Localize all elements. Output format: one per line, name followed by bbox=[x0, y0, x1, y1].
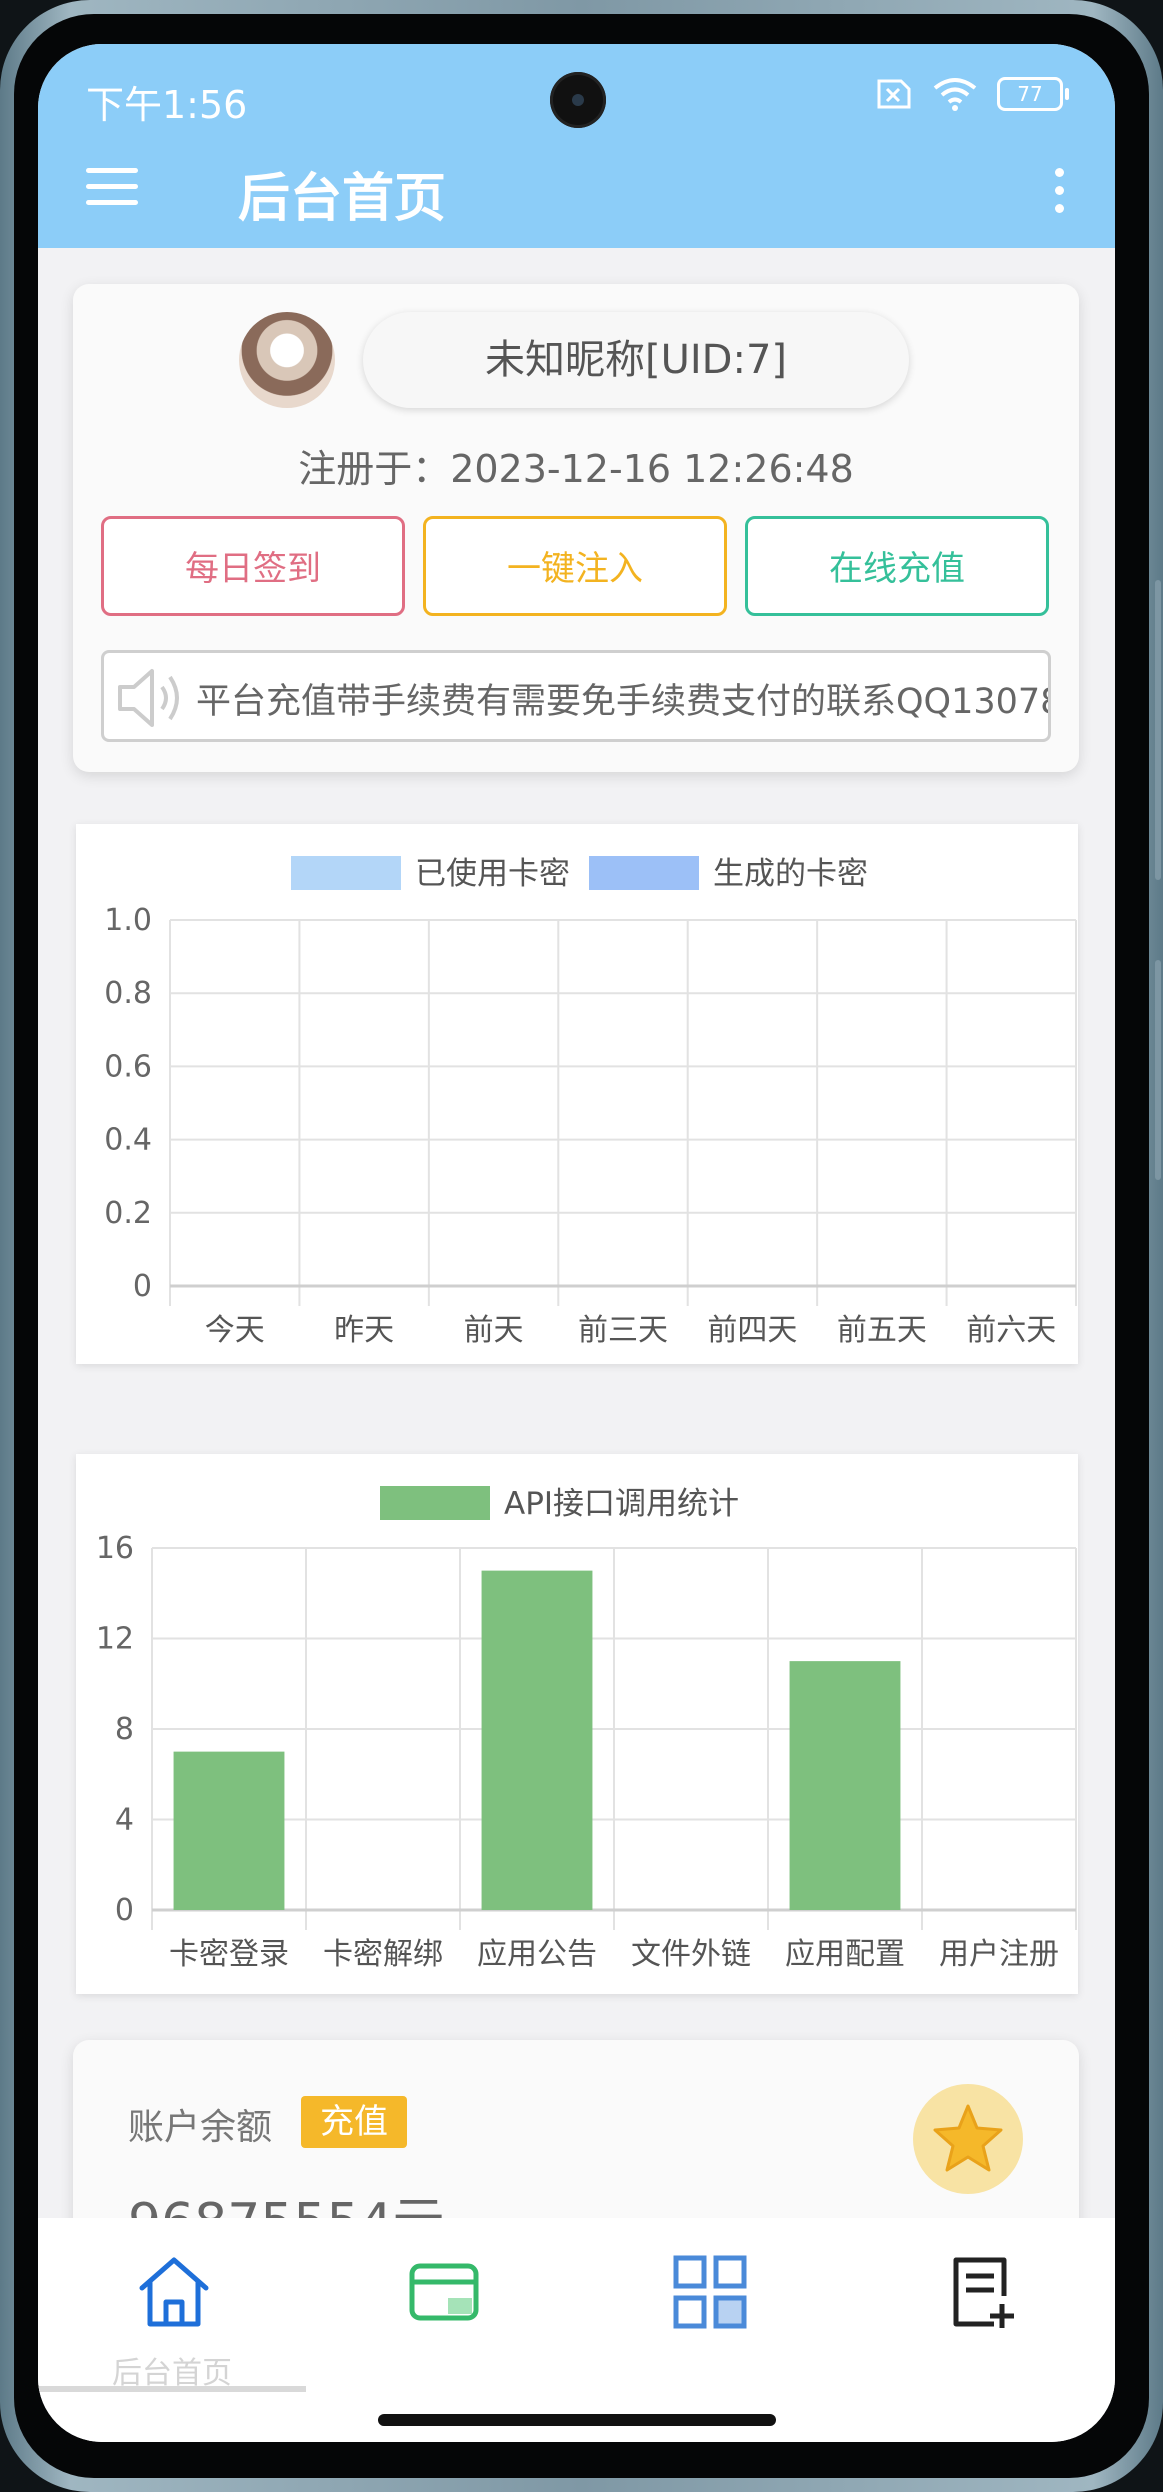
x-tick-label: 应用公告 bbox=[477, 1937, 597, 1972]
tab-apps[interactable] bbox=[670, 2252, 750, 2332]
legend-label: 生成的卡密 bbox=[713, 856, 868, 892]
y-tick-label: 12 bbox=[96, 1622, 134, 1657]
daily-checkin-button[interactable]: 每日签到 bbox=[101, 516, 405, 616]
x-tick-label: 卡密登录 bbox=[169, 1937, 289, 1972]
y-tick-label: 0 bbox=[133, 1269, 152, 1304]
volume-button bbox=[1155, 580, 1161, 880]
speaker-icon bbox=[118, 669, 179, 727]
battery-icon: 77 bbox=[997, 77, 1069, 111]
legend-swatch bbox=[589, 856, 699, 890]
tab-add-note[interactable] bbox=[942, 2252, 1022, 2332]
register-time: 注册于：2023-12-16 12:26:48 bbox=[298, 447, 854, 491]
x-tick-label: 前五天 bbox=[837, 1313, 927, 1348]
notice-text: 平台充值带手续费有需要免手续费支付的联系QQ13078 bbox=[196, 682, 1051, 722]
home-indicator[interactable] bbox=[378, 2414, 776, 2426]
bar bbox=[789, 1661, 901, 1910]
active-tab-indicator bbox=[38, 2386, 306, 2392]
legend-label: 已使用卡密 bbox=[415, 856, 570, 892]
x-tick-label: 文件外链 bbox=[631, 1937, 751, 1972]
x-tick-label: 前四天 bbox=[707, 1313, 797, 1348]
y-tick-label: 0.2 bbox=[104, 1196, 152, 1231]
online-recharge-button[interactable]: 在线充值 bbox=[745, 516, 1049, 616]
y-tick-label: 0 bbox=[115, 1893, 134, 1928]
page-title: 后台首页 bbox=[238, 169, 447, 229]
menu-icon[interactable] bbox=[86, 168, 138, 208]
y-tick-label: 0.4 bbox=[104, 1123, 152, 1158]
card-key-chart-svg: 0 0.2 0.4 0.6 0.8 1.0 今天 昨天 前天 前三天 前四天 前五天 前六天 已使用卡密 生… bbox=[104, 856, 1077, 1348]
screen: 下午1:56 77 后台首页 未知昵称[UID:7] 注册于：2023-12-1… bbox=[38, 44, 1115, 2442]
sim-icon bbox=[877, 79, 911, 109]
one-click-inject-button[interactable]: 一键注入 bbox=[423, 516, 727, 616]
y-tick-label: 0.8 bbox=[104, 976, 152, 1011]
app-bar: 下午1:56 77 后台首页 bbox=[38, 44, 1115, 248]
note-add-icon bbox=[953, 2257, 1014, 2328]
status-icons: 77 bbox=[873, 76, 1069, 112]
api-stats-chart-svg: 0 4 8 12 16 卡密登录 卡密解绑 应用公告 文件外链 应用配置 用户注册 API接口调用统计 bbox=[96, 1486, 1077, 1972]
x-tick-label: 应用配置 bbox=[785, 1937, 905, 1972]
front-camera bbox=[550, 72, 606, 128]
x-tick-label: 用户注册 bbox=[939, 1937, 1059, 1972]
star-icon[interactable] bbox=[913, 2084, 1023, 2194]
y-tick-label: 16 bbox=[96, 1531, 134, 1566]
legend-swatch bbox=[380, 1486, 490, 1520]
legend-label: API接口调用统计 bbox=[504, 1486, 739, 1522]
bottom-tab-bar: 后台首页 bbox=[38, 2218, 1115, 2442]
more-options-icon[interactable] bbox=[1055, 168, 1067, 214]
grid-icon bbox=[673, 2255, 747, 2329]
x-tick-label: 前三天 bbox=[578, 1313, 668, 1348]
tab-home[interactable] bbox=[134, 2252, 214, 2332]
nickname[interactable]: 未知昵称[UID:7] bbox=[363, 312, 909, 408]
home-icon bbox=[139, 2257, 209, 2327]
x-tick-label: 前六天 bbox=[966, 1313, 1056, 1348]
bar bbox=[481, 1570, 593, 1910]
y-tick-label: 0.6 bbox=[104, 1049, 152, 1084]
legend-swatch bbox=[291, 856, 401, 890]
x-tick-label: 今天 bbox=[205, 1313, 265, 1348]
avatar[interactable] bbox=[239, 312, 335, 408]
y-tick-label: 8 bbox=[115, 1712, 134, 1747]
profile-card: 未知昵称[UID:7] 注册于：2023-12-16 12:26:48 每日签到… bbox=[73, 284, 1079, 772]
api-stats-chart: 0 4 8 12 16 卡密登录 卡密解绑 应用公告 文件外链 应用配置 用户注册 API接口调用统计 bbox=[76, 1454, 1078, 1994]
bar bbox=[173, 1751, 285, 1910]
balance-label: 账户余额 bbox=[128, 2107, 273, 2148]
y-tick-label: 4 bbox=[115, 1803, 134, 1838]
x-tick-label: 昨天 bbox=[334, 1313, 394, 1348]
x-tick-label: 前天 bbox=[464, 1313, 524, 1348]
card-icon bbox=[409, 2263, 479, 2321]
notice-bar[interactable]: 平台充值带手续费有需要免手续费支付的联系QQ13078 bbox=[101, 650, 1051, 742]
y-tick-label: 1.0 bbox=[104, 903, 152, 938]
card-key-chart: 0 0.2 0.4 0.6 0.8 1.0 今天 昨天 前天 前三天 前四天 前五天 前六天 已使用卡密 生… bbox=[76, 824, 1078, 1364]
recharge-tag[interactable]: 充值 bbox=[301, 2096, 407, 2148]
wifi-icon bbox=[933, 78, 977, 111]
x-tick-label: 卡密解绑 bbox=[323, 1937, 443, 1972]
power-button bbox=[1155, 960, 1161, 1180]
tab-card[interactable] bbox=[404, 2252, 484, 2332]
status-time: 下午1:56 bbox=[86, 83, 248, 127]
